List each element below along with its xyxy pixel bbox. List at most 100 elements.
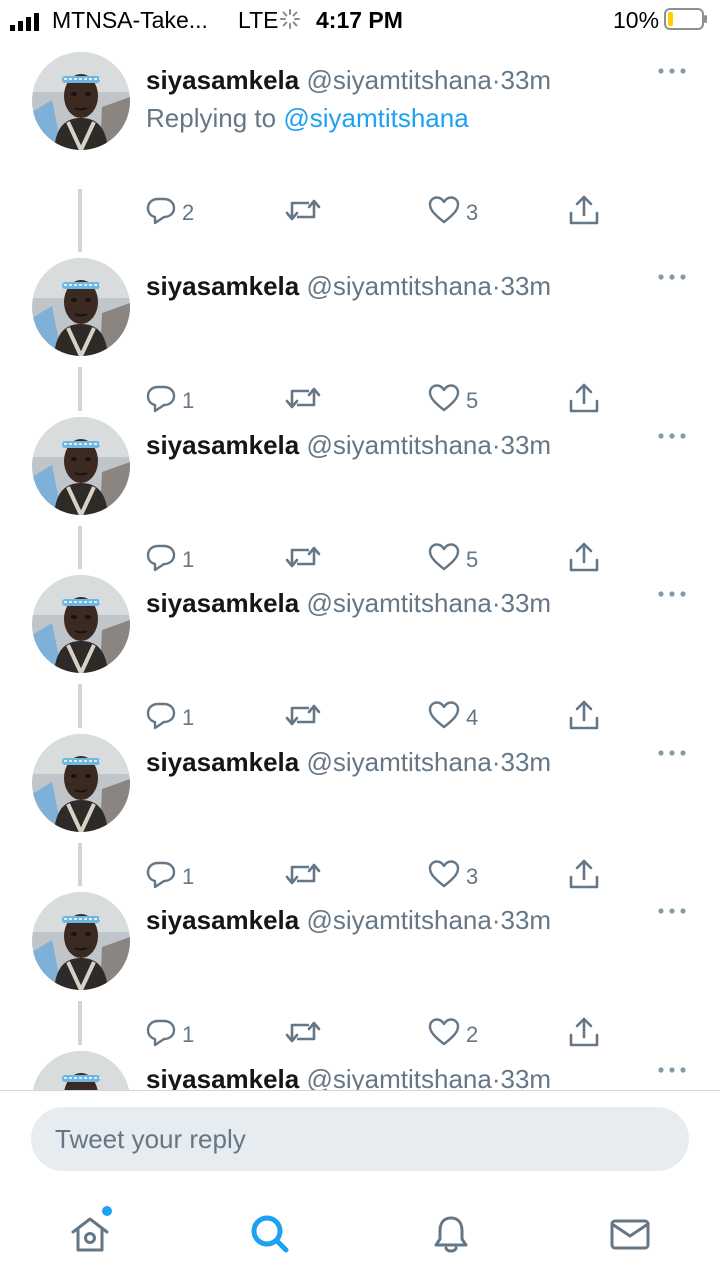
like-count: 5: [466, 388, 479, 413]
retweet-icon: [285, 859, 321, 895]
carrier-name: MTNSA-Take...: [52, 7, 208, 33]
avatar[interactable]: [32, 734, 130, 832]
tab-messages[interactable]: [602, 1208, 658, 1264]
avatar[interactable]: [32, 1051, 130, 1090]
share-icon: [568, 858, 600, 896]
display-name[interactable]: siyasamkela: [146, 271, 299, 301]
display-name[interactable]: siyasamkela: [146, 430, 299, 460]
more-options-icon[interactable]: [656, 746, 688, 764]
share-button[interactable]: [568, 381, 600, 421]
share-button[interactable]: [568, 857, 600, 897]
heart-icon: [428, 700, 460, 736]
tweet-thread[interactable]: siyasamkela @siyamtitshana·33m Replying …: [0, 40, 720, 1090]
more-options-icon[interactable]: [656, 429, 688, 447]
retweet-button[interactable]: [285, 540, 327, 580]
avatar[interactable]: [32, 892, 130, 990]
share-button[interactable]: [568, 1015, 600, 1055]
display-name[interactable]: siyasamkela: [146, 65, 299, 95]
avatar[interactable]: [32, 258, 130, 356]
tweet-header: siyasamkela @siyamtitshana·33m: [146, 271, 551, 302]
separator-dot: ·: [491, 65, 501, 95]
avatar[interactable]: [32, 417, 130, 515]
notification-dot: [102, 1206, 112, 1216]
display-name[interactable]: siyasamkela: [146, 1064, 299, 1090]
retweet-button[interactable]: [285, 193, 327, 233]
share-button[interactable]: [568, 540, 600, 580]
avatar[interactable]: [32, 575, 130, 673]
user-handle[interactable]: @siyamtitshana: [306, 271, 491, 301]
tweet-time: 33m: [500, 588, 552, 618]
status-time: 4:17 PM: [316, 7, 403, 33]
tweet-time: 33m: [500, 65, 552, 95]
reply-icon: [146, 1017, 176, 1053]
avatar[interactable]: [32, 52, 130, 150]
reply-button[interactable]: 1: [146, 857, 194, 897]
tab-home[interactable]: [62, 1206, 118, 1264]
user-handle[interactable]: @siyamtitshana: [306, 588, 491, 618]
tweet-actions: 1 5: [0, 540, 720, 580]
more-options-icon[interactable]: [656, 270, 688, 288]
share-button[interactable]: [568, 698, 600, 738]
retweet-button[interactable]: [285, 381, 327, 421]
reply-button[interactable]: 2: [146, 193, 194, 233]
user-handle[interactable]: @siyamtitshana: [306, 65, 491, 95]
like-button[interactable]: 3: [428, 857, 478, 897]
battery-percent: 10%: [613, 7, 660, 33]
user-handle[interactable]: @siyamtitshana: [306, 905, 491, 935]
separator-dot: ·: [491, 747, 501, 777]
share-icon: [568, 382, 600, 420]
network-type: LTE: [238, 7, 279, 33]
share-button[interactable]: [568, 193, 600, 233]
reply-icon: [146, 542, 176, 578]
tweet-actions: 1 3: [0, 857, 720, 897]
user-handle[interactable]: @siyamtitshana: [306, 747, 491, 777]
like-button[interactable]: 3: [428, 193, 478, 233]
tab-search[interactable]: [242, 1208, 298, 1264]
tweet-header: siyasamkela @siyamtitshana·33m: [146, 65, 551, 96]
tweet-time: 33m: [500, 430, 552, 460]
reply-button[interactable]: 1: [146, 1015, 194, 1055]
more-options-icon[interactable]: [656, 64, 688, 82]
tweet-actions: 1 2: [0, 1015, 720, 1055]
reply-button[interactable]: 1: [146, 698, 194, 738]
reply-count: 1: [182, 388, 195, 413]
divider: [0, 1090, 720, 1091]
display-name[interactable]: siyasamkela: [146, 747, 299, 777]
more-options-icon[interactable]: [656, 1063, 688, 1081]
heart-icon: [428, 383, 460, 419]
display-name[interactable]: siyasamkela: [146, 588, 299, 618]
tab-notifications[interactable]: [423, 1208, 479, 1264]
retweet-button[interactable]: [285, 857, 327, 897]
user-handle[interactable]: @siyamtitshana: [306, 1064, 491, 1090]
more-options-icon[interactable]: [656, 904, 688, 922]
heart-icon: [428, 859, 460, 895]
retweet-button[interactable]: [285, 1015, 327, 1055]
tweet-time: 33m: [500, 1064, 552, 1090]
user-handle[interactable]: @siyamtitshana: [306, 430, 491, 460]
like-button[interactable]: 5: [428, 540, 478, 580]
reply-icon: [146, 700, 176, 736]
heart-icon: [428, 542, 460, 578]
bottom-tab-bar: [0, 1190, 720, 1280]
like-button[interactable]: 2: [428, 1015, 478, 1055]
battery-icon: [664, 8, 708, 36]
reply-button[interactable]: 1: [146, 540, 194, 580]
tweet-time: 33m: [500, 905, 552, 935]
display-name[interactable]: siyasamkela: [146, 905, 299, 935]
more-options-icon[interactable]: [656, 587, 688, 605]
like-count: 3: [466, 864, 479, 889]
heart-icon: [428, 195, 460, 231]
like-count: 3: [466, 200, 479, 225]
tweet-reply-input[interactable]: [31, 1107, 689, 1171]
bell-icon: [429, 1212, 473, 1261]
share-icon: [568, 699, 600, 737]
mention-link[interactable]: @siyamtitshana: [283, 103, 468, 133]
like-button[interactable]: 4: [428, 698, 478, 738]
retweet-button[interactable]: [285, 698, 327, 738]
reply-button[interactable]: 1: [146, 381, 194, 421]
like-count: 4: [466, 705, 479, 730]
like-button[interactable]: 5: [428, 381, 478, 421]
reply-count: 1: [182, 1022, 195, 1047]
replying-to-label: Replying to: [146, 103, 277, 133]
tweet-header: siyasamkela @siyamtitshana·33m: [146, 747, 551, 778]
